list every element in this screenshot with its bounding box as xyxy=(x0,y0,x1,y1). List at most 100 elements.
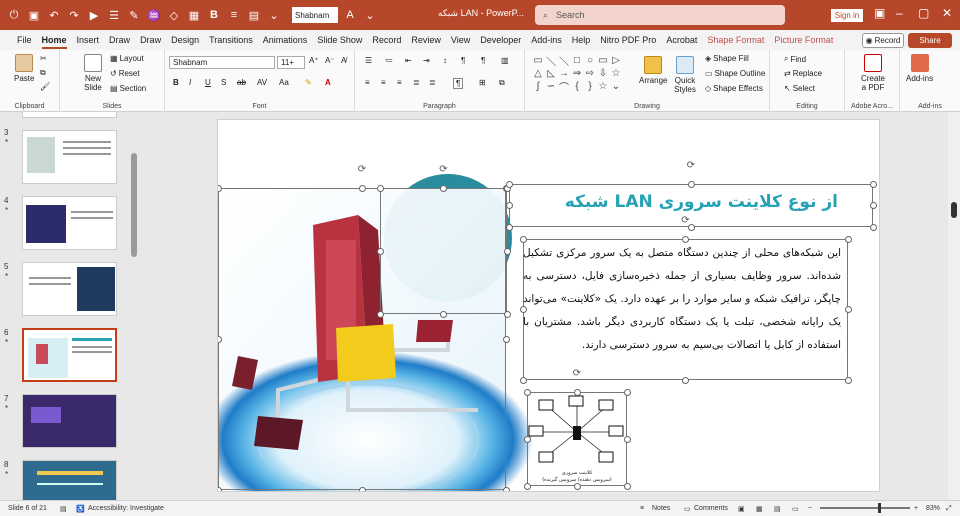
zoom-slider-track[interactable] xyxy=(820,507,910,509)
tab-shape-format[interactable]: Shape Format xyxy=(702,30,769,50)
tab-help[interactable]: Help xyxy=(567,30,596,50)
grow-font-icon[interactable]: A⁺ xyxy=(309,56,319,65)
tab-home[interactable]: Home xyxy=(37,30,72,50)
tab-developer[interactable]: Developer xyxy=(475,30,526,50)
resize-handle[interactable] xyxy=(505,202,513,209)
circle-selection-box[interactable] xyxy=(380,188,507,314)
resize-handle[interactable] xyxy=(682,376,689,384)
slide-thumb-7[interactable] xyxy=(22,394,117,448)
arrow-shape-icon[interactable]: → xyxy=(558,67,570,79)
shape-outline-button[interactable]: ▭ Shape Outline xyxy=(705,69,765,78)
tab-insert[interactable]: Insert xyxy=(72,30,105,50)
brace-shape-icon[interactable]: { xyxy=(571,80,583,92)
resize-handle[interactable] xyxy=(376,310,384,318)
rtl-icon[interactable]: ¶ xyxy=(461,56,465,65)
font-size-box[interactable]: 11+ xyxy=(277,56,305,69)
new-slide-button[interactable]: New Slide xyxy=(80,54,106,92)
quick-styles-button[interactable]: Quick Styles xyxy=(673,56,697,94)
resize-handle[interactable] xyxy=(687,180,695,188)
resize-handle[interactable] xyxy=(844,235,852,243)
ltr-icon[interactable]: ¶ xyxy=(481,56,485,65)
rotate-handle-icon[interactable]: ⟳ xyxy=(686,160,697,171)
cut-icon[interactable]: ✂ xyxy=(40,54,47,63)
curve-shape-icon[interactable]: ∽ xyxy=(545,80,557,92)
shape-fill-button[interactable]: ◈ Shape Fill xyxy=(705,54,749,63)
tab-record[interactable]: Record xyxy=(367,30,406,50)
canvas-scrollbar[interactable] xyxy=(948,112,960,500)
ribbon-display-icon[interactable]: ▣ xyxy=(874,6,885,20)
reading-view-icon[interactable]: ▤ xyxy=(774,505,781,513)
curve-shape-icon[interactable]: ʃ xyxy=(532,80,544,92)
comments-button[interactable]: Comments xyxy=(694,505,728,512)
comments-icon[interactable]: ▭ xyxy=(684,505,691,513)
font-name-box[interactable]: Shabnam xyxy=(169,56,275,69)
accessibility-icon[interactable]: ♿ xyxy=(76,505,85,513)
tab-animations[interactable]: Animations xyxy=(258,30,313,50)
accessibility-status[interactable]: Accessibility: Investigate xyxy=(88,505,164,512)
font-color-icon[interactable]: A xyxy=(325,78,331,87)
line-spacing-icon[interactable]: ↕ xyxy=(443,56,447,65)
star-shape-icon[interactable]: ☆ xyxy=(610,67,622,79)
line-shape-icon[interactable]: ＼ xyxy=(545,54,557,68)
resize-handle[interactable] xyxy=(218,184,222,192)
maximize-icon[interactable]: ▢ xyxy=(918,6,929,20)
resize-handle[interactable] xyxy=(505,180,513,188)
start-from-beginning-icon[interactable]: ▶ xyxy=(86,7,102,23)
rtriangle-shape-icon[interactable]: ◺ xyxy=(545,67,557,79)
align-icon[interactable]: ≡ xyxy=(226,7,242,23)
arrow-shape-icon[interactable]: ⇨ xyxy=(584,67,596,79)
distributed-icon[interactable]: ≣ xyxy=(429,78,436,87)
slide-title[interactable]: شبکه LAN از نوع کلاینت سروری xyxy=(538,192,838,212)
tab-add-ins[interactable]: Add-ins xyxy=(526,30,567,50)
align-right-icon[interactable]: ≡ xyxy=(397,78,402,87)
shapes-gallery[interactable]: ▭ ＼ ＼ □ ○ ▭ ▷ △ ◺ → ⇒ ⇨ ⇩ ☆ ʃ ∽ ⌒ { } ☆ … xyxy=(532,54,622,102)
resize-handle[interactable] xyxy=(505,223,513,231)
char-spacing-button[interactable]: AV xyxy=(257,78,267,87)
slide-thumb-2[interactable] xyxy=(22,112,117,118)
rectangle-shape-icon[interactable]: □ xyxy=(571,54,583,66)
paste-button[interactable]: Paste xyxy=(14,54,34,83)
arrange-button[interactable]: Arrange xyxy=(639,56,667,85)
slide-thumb-8[interactable] xyxy=(22,460,117,500)
rotate-handle-icon[interactable]: ⟳ xyxy=(438,164,449,175)
slideshow-view-icon[interactable]: ▭ xyxy=(792,505,799,513)
resize-handle[interactable] xyxy=(502,335,510,343)
thumbnails-scrollbar[interactable] xyxy=(131,153,137,257)
select-button[interactable]: ↖ Select xyxy=(784,84,815,93)
resize-handle[interactable] xyxy=(573,388,581,396)
resize-handle[interactable] xyxy=(519,376,527,384)
resize-handle[interactable] xyxy=(523,435,531,443)
change-case-button[interactable]: Aa xyxy=(279,78,289,87)
shadow-button[interactable]: S xyxy=(221,78,226,87)
resize-handle[interactable] xyxy=(682,235,689,243)
addins-button[interactable]: Add-ins xyxy=(906,54,933,83)
smartart-icon[interactable]: ⧉ xyxy=(499,78,505,88)
tab-review[interactable]: Review xyxy=(406,30,446,50)
slide-canvas[interactable]: شبکه LAN از نوع کلاینت سروری این شبکه‌ها… xyxy=(140,112,948,500)
qat-font-box[interactable]: Shabnam xyxy=(292,7,338,23)
slide-thumb-3[interactable] xyxy=(22,130,117,184)
zoom-out-icon[interactable]: − xyxy=(808,505,812,512)
highlight-icon[interactable]: ✎ xyxy=(305,78,312,87)
slide-thumb-6-selected[interactable] xyxy=(22,328,117,382)
undo-icon[interactable]: ↶ xyxy=(46,7,62,23)
resize-handle[interactable] xyxy=(623,435,631,443)
rotate-handle-icon[interactable]: ⟳ xyxy=(680,215,691,226)
customize-qat-icon[interactable]: ⌄ xyxy=(362,7,378,23)
resize-handle[interactable] xyxy=(523,482,531,490)
text-direction-icon[interactable]: ¶ xyxy=(453,78,464,89)
resize-handle[interactable] xyxy=(440,310,447,318)
rotate-handle-icon[interactable]: ⟳ xyxy=(572,368,583,379)
tab-nitro-pdf-pro[interactable]: Nitro PDF Pro xyxy=(595,30,661,50)
touch-mode-icon[interactable]: ☰ xyxy=(106,7,122,23)
find-button[interactable]: ⌕ Find xyxy=(784,54,806,64)
resize-handle[interactable] xyxy=(440,184,447,192)
slide-thumb-4[interactable] xyxy=(22,196,117,250)
format-painter-icon[interactable]: 🖌 xyxy=(40,82,50,91)
resize-handle[interactable] xyxy=(358,184,366,192)
shrink-font-icon[interactable]: A⁻ xyxy=(325,56,335,65)
normal-view-icon[interactable]: ▣ xyxy=(738,505,745,513)
tab-view[interactable]: View xyxy=(446,30,475,50)
tab-acrobat[interactable]: Acrobat xyxy=(661,30,702,50)
zoom-level[interactable]: 83% xyxy=(926,505,940,512)
